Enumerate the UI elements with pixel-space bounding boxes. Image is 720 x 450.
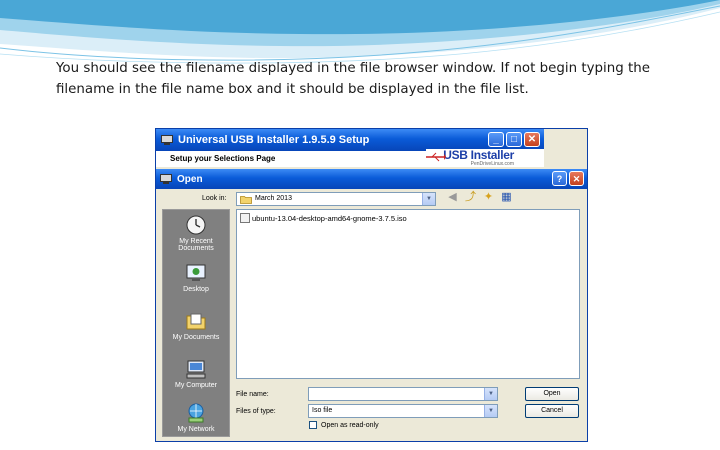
look-in-dropdown[interactable]: March 2013 ▼: [236, 192, 436, 206]
place-label: Desktop: [183, 286, 209, 293]
usb-installer-logo: USB Installer PenDriveLinux.com: [426, 149, 544, 167]
desktop-icon: [186, 264, 206, 281]
usb-icon: [426, 152, 446, 162]
instruction-text: You should see the filename displayed in…: [56, 61, 650, 97]
installer-window-controls: _ □ ✕: [488, 132, 540, 147]
maximize-button[interactable]: □: [506, 132, 522, 147]
chevron-down-icon[interactable]: ▼: [422, 193, 435, 205]
view-menu-icon[interactable]: ▦: [500, 191, 513, 204]
read-only-label: Open as read-only: [321, 421, 379, 429]
up-folder-icon[interactable]: ⤴: [464, 191, 477, 204]
places-bar: My Recent Documents Desktop My Documents: [162, 209, 230, 437]
file-name-label: File name:: [236, 391, 269, 398]
open-dialog-titlebar: Open ? ✕: [156, 169, 587, 189]
file-name-text: ubuntu-13.04-desktop-amd64-gnome-3.7.5.i…: [252, 213, 407, 223]
look-in-value: March 2013: [255, 195, 292, 202]
help-button[interactable]: ?: [552, 171, 567, 186]
look-in-label: Look in:: [202, 195, 227, 202]
dialog-close-button[interactable]: ✕: [569, 171, 584, 186]
file-name-input[interactable]: ▼: [308, 387, 498, 401]
place-desktop[interactable]: Desktop: [163, 262, 229, 293]
cancel-button[interactable]: Cancel: [525, 404, 579, 418]
place-my-network[interactable]: My Network: [163, 402, 229, 433]
chevron-down-icon[interactable]: ▼: [484, 388, 497, 400]
my-network-icon: [188, 403, 204, 423]
place-my-documents[interactable]: My Documents: [163, 310, 229, 341]
recent-documents-icon: [186, 215, 206, 235]
new-folder-icon[interactable]: ✦: [482, 191, 495, 204]
open-dialog-title: Open: [177, 173, 203, 185]
read-only-checkbox[interactable]: Open as read-only: [309, 421, 379, 429]
close-button[interactable]: ✕: [524, 132, 540, 147]
app-icon: [161, 135, 173, 145]
file-type-select[interactable]: Iso file ▼: [308, 404, 498, 418]
place-my-computer[interactable]: My Computer: [163, 358, 229, 389]
minimize-button[interactable]: _: [488, 132, 504, 147]
back-icon[interactable]: ◀: [446, 191, 459, 204]
place-label: My Network: [177, 426, 215, 433]
chevron-down-icon[interactable]: ▼: [484, 405, 497, 417]
place-label: My Computer: [174, 382, 217, 389]
my-computer-icon: [186, 360, 206, 379]
file-type-label: Files of type:: [236, 408, 276, 415]
iso-file-icon: [240, 213, 250, 223]
open-button[interactable]: Open: [525, 387, 579, 401]
dialog-toolbar: ◀ ⤴ ✦ ▦: [446, 191, 513, 204]
installer-title: Universal USB Installer 1.9.5.9 Setup: [178, 134, 370, 146]
list-item[interactable]: ubuntu-13.04-desktop-amd64-gnome-3.7.5.i…: [240, 213, 407, 223]
my-documents-icon: [186, 313, 206, 330]
dialog-app-icon: [160, 174, 172, 184]
place-recent-documents[interactable]: My Recent Documents: [163, 214, 229, 252]
installer-screenshot: Universal USB Installer 1.9.5.9 Setup _ …: [155, 128, 588, 442]
file-list[interactable]: ubuntu-13.04-desktop-amd64-gnome-3.7.5.i…: [236, 209, 580, 379]
checkbox-box[interactable]: [309, 421, 317, 429]
folder-icon: [240, 196, 252, 204]
place-label: My Recent Documents: [178, 238, 214, 252]
dialog-window-controls: ? ✕: [552, 171, 584, 186]
file-type-value: Iso file: [312, 407, 333, 414]
place-label: My Documents: [172, 334, 220, 341]
